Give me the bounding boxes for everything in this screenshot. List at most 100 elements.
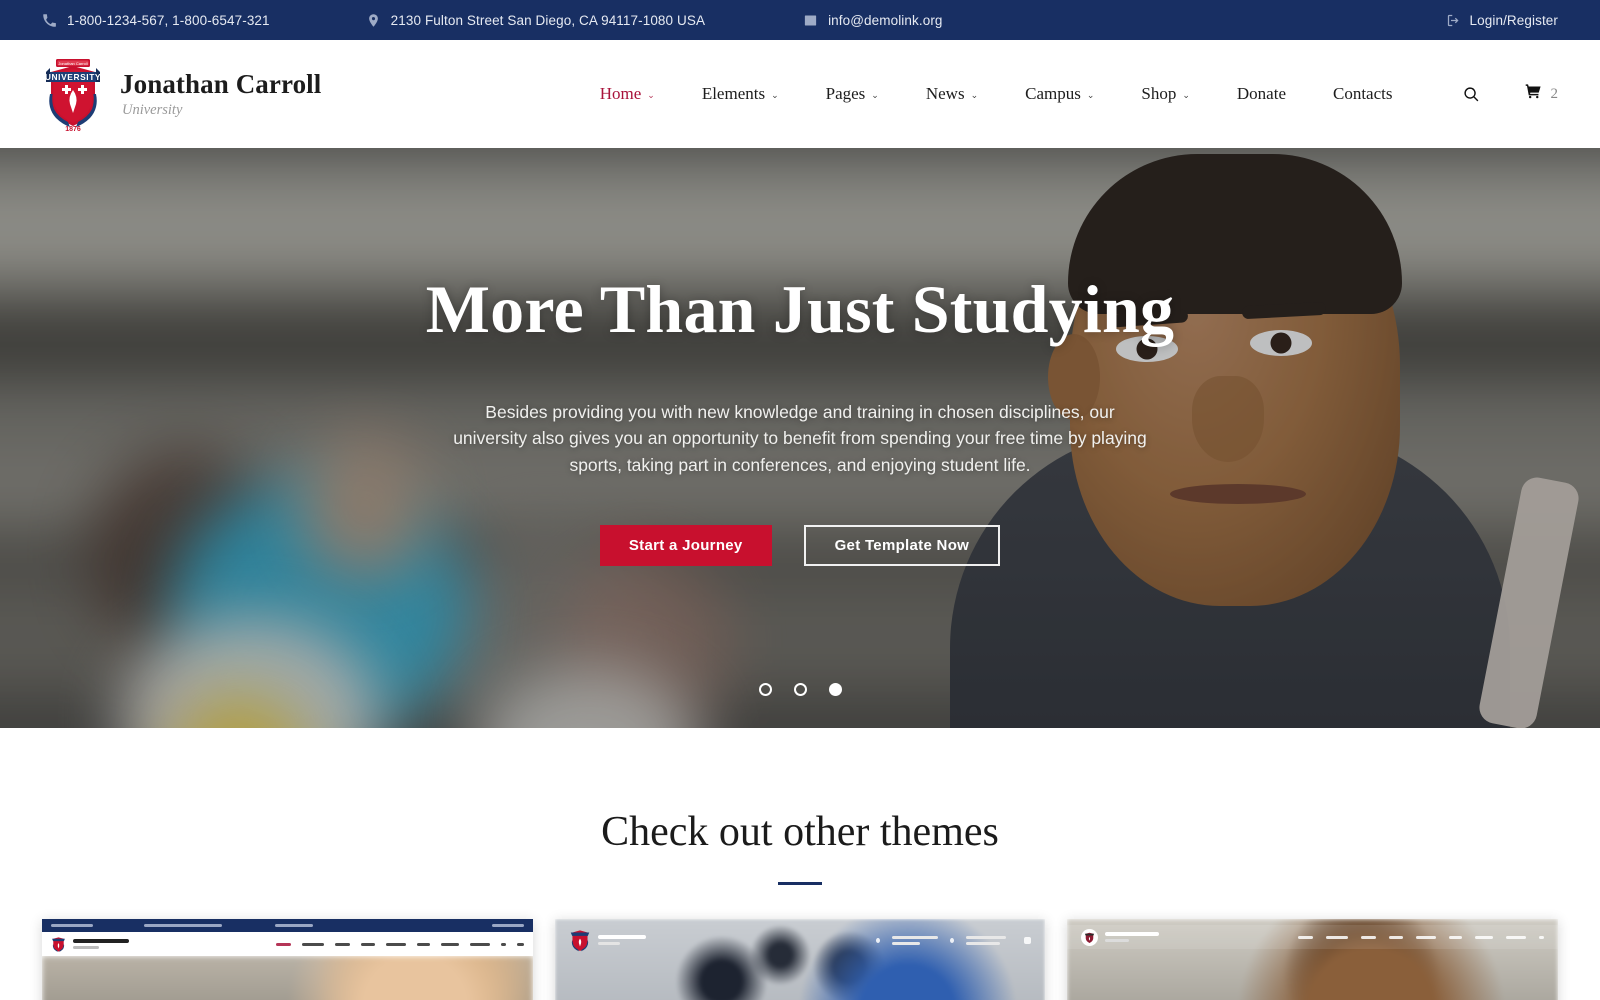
mini-nav-item [360,942,375,946]
mini-nav-item [1506,935,1527,939]
cart-count: 2 [1550,85,1559,102]
mini-phone-text [51,924,93,927]
mini-search-icon [1539,935,1545,939]
mini-brand-sub [1105,939,1130,942]
shopping-cart-icon [1524,83,1543,105]
nav-item-news[interactable]: News ⌄ [926,84,978,104]
svg-text:UNIVERSITY: UNIVERSITY [45,72,101,82]
nav-item-elements-label: Elements [701,84,766,103]
slider-dot-3[interactable] [828,683,842,696]
mini-nav-item [1361,935,1377,939]
nav-item-campus[interactable]: Campus ⌄ [1025,84,1094,104]
chevron-down-icon: ⌄ [1182,89,1190,100]
university-crest-icon: Jonathan Carroll UNIVERSITY 1876 [42,56,104,132]
map-pin-icon [876,937,881,943]
phone-icon [950,937,955,943]
nav-item-shop-label: Shop [1141,84,1177,103]
brand-text: Jonathan Carroll University [120,70,321,118]
chevron-down-icon: ⌄ [1086,89,1095,100]
hero-content: More Than Just Studying Besides providin… [0,148,1600,728]
mini-email-text [275,924,313,927]
top-bar: 1-800-1234-567, 1-800-6547-321 2130 Fult… [0,0,1600,40]
mini-nav-item [1475,935,1494,939]
brand-logo-link[interactable]: Jonathan Carroll UNIVERSITY 1876 Jonatha… [42,56,321,132]
search-icon[interactable] [1462,84,1482,104]
nav-item-contacts[interactable]: Contacts [1333,84,1393,104]
slider-dot-2[interactable] [793,683,807,696]
envelope-icon [803,12,818,29]
login-register-label: Login/Register [1469,12,1558,28]
mini-brand-sub [597,942,620,945]
brand-subtitle: University [122,101,183,118]
login-icon [1446,12,1461,29]
nav-item-campus-label: Campus [1025,84,1081,103]
mini-login-text [491,924,524,927]
mini-nav-item [1298,935,1314,939]
mini-nav-item [469,942,490,946]
mini-nav-item [1416,935,1437,939]
hero-buttons: Start a Journey Get Template Now [599,524,1001,566]
mini-contact-info [876,935,1032,945]
mini-hero [1067,919,1559,1000]
mini-address-line2 [892,941,921,945]
get-template-now-button[interactable]: Get Template Now [803,524,1001,566]
mini-brand [73,939,129,949]
svg-text:Jonathan Carroll: Jonathan Carroll [58,61,87,66]
mini-brand [597,935,646,945]
theme-preview-card-3[interactable] [1067,919,1559,1000]
nav-item-shop[interactable]: Shop ⌄ [1141,84,1190,104]
mini-nav-item [1326,935,1349,939]
mini-phone-line1 [966,935,1007,939]
topbar-address-text: 2130 Fulton Street San Diego, CA 94117-1… [390,12,706,28]
section-divider [778,882,822,885]
mini-phone [966,935,1007,945]
themes-section-title: Check out other themes [601,809,999,855]
nav-item-donate-label: Donate [1236,84,1286,103]
slider-dot-1[interactable] [758,683,772,696]
mini-search-icon [500,942,506,946]
mini-nav-item [416,942,430,946]
mini-hero [42,956,533,1000]
theme-preview-card-1[interactable] [42,919,533,1000]
chevron-down-icon: ⌄ [647,89,655,100]
mini-navigation [275,942,524,946]
mini-brand-name [597,935,646,939]
mini-address [892,935,939,945]
nav-item-home[interactable]: Home ⌄ [600,84,655,104]
themes-section: Check out other themes [0,728,1600,1000]
mini-cart-icon [516,942,524,946]
mini-hero [554,919,1046,1000]
mini-nav-item [385,942,406,946]
nav-item-home-label: Home [599,84,642,103]
nav-item-pages[interactable]: Pages ⌄ [826,84,879,104]
nav-item-elements[interactable]: Elements ⌄ [702,84,779,104]
login-register-link[interactable]: Login/Register [1446,12,1558,29]
topbar-email-text: info@demolink.org [828,12,943,28]
nav-item-contacts-label: Contacts [1333,84,1393,103]
theme-preview-card-2[interactable] [554,919,1046,1000]
nav-item-pages-label: Pages [825,84,866,103]
university-crest-icon [569,927,591,953]
topbar-address[interactable]: 2130 Fulton Street San Diego, CA 94117-1… [366,12,705,29]
mini-address-line1 [892,935,939,939]
mini-hero-image [42,956,533,1000]
topbar-email[interactable]: info@demolink.org [803,12,942,29]
hero-slider-dots [0,683,1600,696]
topbar-phone[interactable]: 1-800-1234-567, 1-800-6547-321 [42,12,270,29]
phone-icon [42,12,57,29]
mini-address-text [144,924,222,927]
mini-nav-item [440,942,459,946]
main-navigation: Home ⌄ Elements ⌄ Pages ⌄ News ⌄ Campus … [600,83,1558,105]
mini-nav-item [275,942,291,946]
start-a-journey-button[interactable]: Start a Journey [599,524,772,566]
cart-button[interactable]: 2 [1524,83,1559,105]
topbar-phone-text: 1-800-1234-567, 1-800-6547-321 [67,12,270,28]
mini-brand [1105,932,1160,942]
mini-navigation [1298,935,1545,939]
mini-header [42,932,533,956]
nav-item-donate[interactable]: Donate [1237,84,1286,104]
hero-slider: More Than Just Studying Besides providin… [0,148,1600,728]
chevron-down-icon: ⌄ [970,89,979,100]
mini-menu-icon [1024,936,1032,944]
mini-nav-item [1449,935,1463,939]
